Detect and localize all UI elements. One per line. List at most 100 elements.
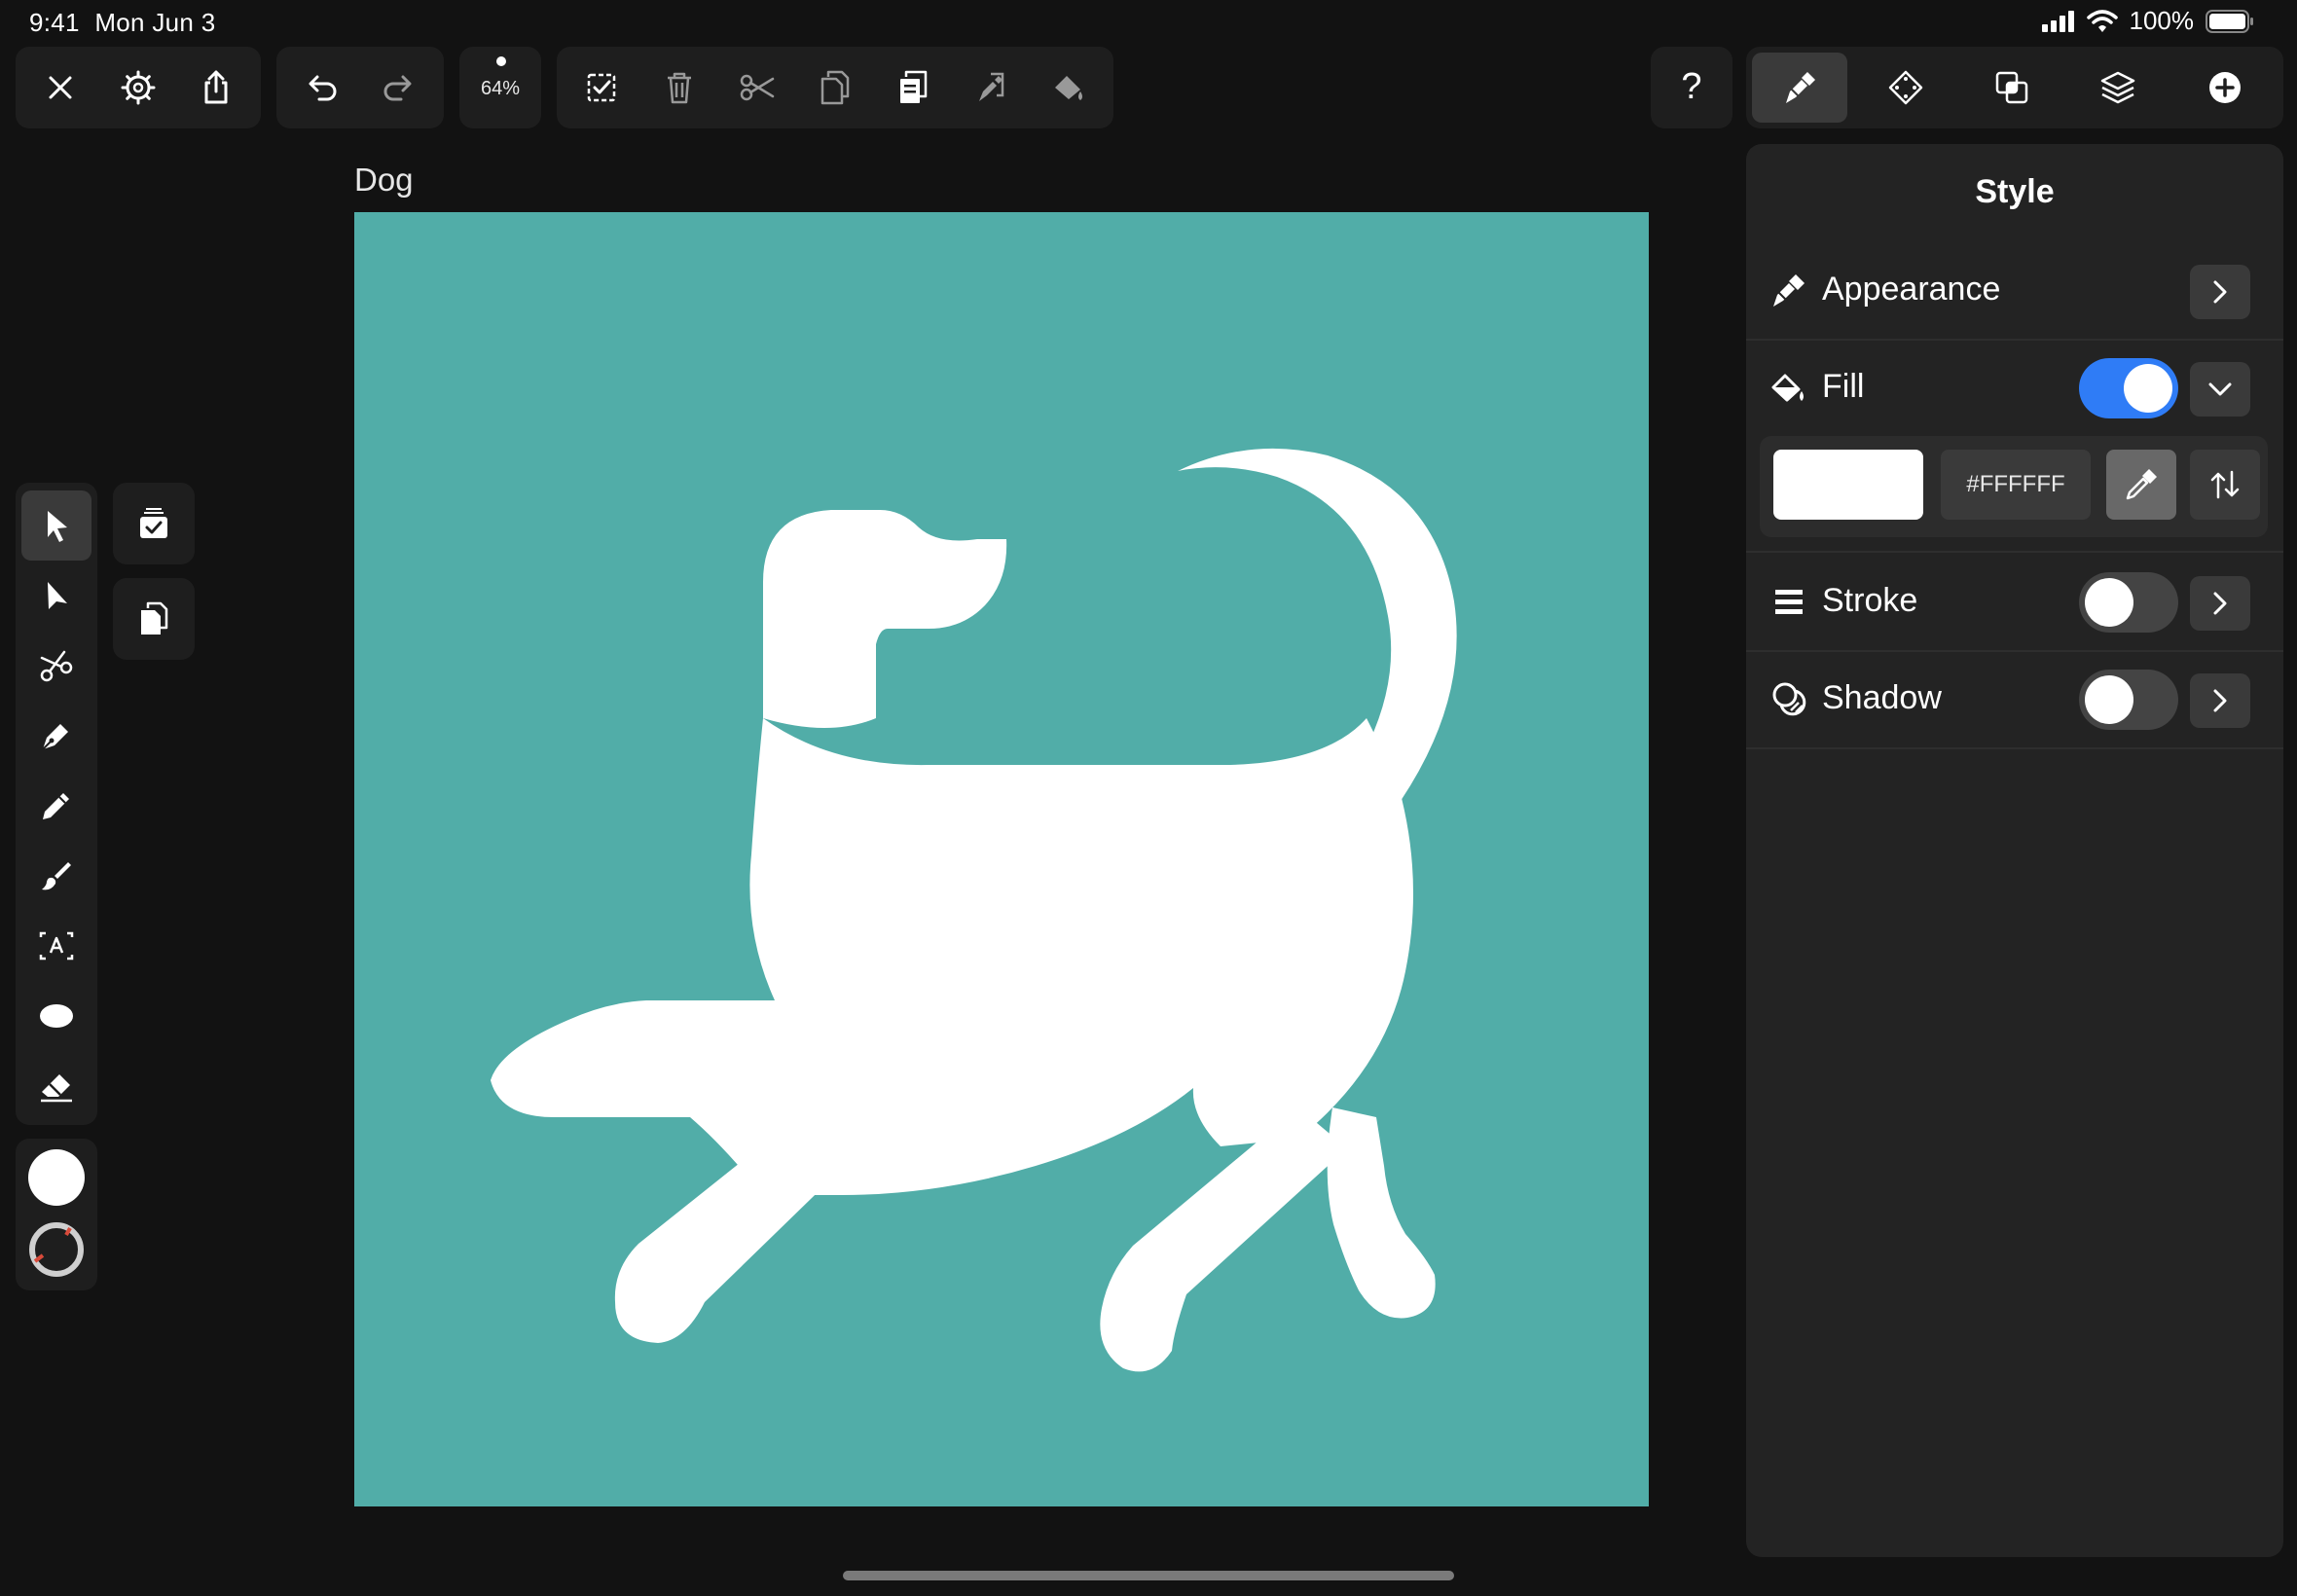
select-all-button[interactable]: [563, 47, 640, 128]
settings-icon: [121, 70, 156, 105]
paste-style-button[interactable]: [952, 47, 1030, 128]
document-title: Dog: [354, 162, 414, 198]
scissors-icon: [740, 74, 775, 101]
style-inspector: Style Appearance Fill #FFFFFF Stroke Sha…: [1746, 144, 2283, 1557]
paste-button[interactable]: [874, 47, 952, 128]
brush-tool[interactable]: [21, 841, 91, 911]
appearance-row[interactable]: Appearance: [1746, 241, 2283, 339]
file-toolbar-group: [16, 47, 261, 128]
pencil-tool[interactable]: [21, 771, 91, 841]
shadow-disclosure-button[interactable]: [2190, 673, 2250, 728]
copy-icon: [820, 70, 850, 105]
fill-toggle[interactable]: [2079, 358, 2178, 418]
stroke-disclosure-button[interactable]: [2190, 576, 2250, 631]
appearance-label: Appearance: [1822, 271, 2001, 308]
settings-button[interactable]: [99, 47, 177, 128]
tab-boolean[interactable]: [1973, 47, 2051, 128]
tab-style[interactable]: [1761, 47, 1839, 128]
battery-icon: [2206, 9, 2253, 33]
style-brush-icon: [1786, 72, 1815, 103]
tab-add[interactable]: [2186, 47, 2264, 128]
ellipse-tool[interactable]: [21, 981, 91, 1051]
zoom-level: 64%: [480, 78, 521, 99]
wifi-icon: [2086, 9, 2118, 32]
cellular-signal-icon: [2041, 10, 2074, 32]
fill-label: Fill: [1822, 368, 1865, 405]
eraser-tool[interactable]: [21, 1051, 91, 1121]
status-time: 9:41: [29, 8, 80, 37]
stroke-color-well[interactable]: [25, 1218, 88, 1281]
appearance-disclosure-button[interactable]: [2190, 265, 2250, 319]
toggle-knob: [2085, 675, 2133, 724]
copy-button[interactable]: [796, 47, 874, 128]
share-button[interactable]: [177, 47, 255, 128]
scissors-tool-icon: [40, 650, 73, 682]
home-indicator[interactable]: [843, 1571, 1454, 1580]
fill-style-button[interactable]: [1030, 47, 1108, 128]
zoom-button[interactable]: 64%: [459, 47, 541, 128]
redo-icon: [383, 75, 412, 101]
pen-tool-icon: [42, 724, 68, 750]
undo-button[interactable]: [282, 47, 360, 128]
direct-selection-tool[interactable]: [21, 561, 91, 631]
appearance-brush-icon: [1773, 274, 1805, 307]
inspector-tab-bar: [1746, 47, 2283, 128]
trash-icon: [668, 72, 691, 104]
tools-panel: [16, 483, 97, 1125]
fill-bucket-icon: [1055, 76, 1082, 100]
fill-collapse-button[interactable]: [2190, 362, 2250, 417]
shadow-row: Shadow: [1746, 650, 2283, 747]
selection-tool[interactable]: [21, 490, 91, 561]
cut-button[interactable]: [718, 47, 796, 128]
text-tool[interactable]: [21, 911, 91, 981]
history-toolbar-group: [276, 47, 444, 128]
color-wells-panel: [16, 1139, 97, 1290]
shadow-toggle[interactable]: [2079, 670, 2178, 730]
help-button[interactable]: ?: [1651, 47, 1732, 128]
stroke-toggle[interactable]: [2079, 572, 2178, 633]
scissors-tool[interactable]: [21, 631, 91, 701]
inspector-title: Style: [1975, 173, 2055, 210]
direct-selection-icon: [48, 582, 67, 609]
close-button[interactable]: [21, 47, 99, 128]
ellipse-tool-icon: [40, 1004, 73, 1028]
shape-icon: [1888, 70, 1923, 105]
shadow-label: Shadow: [1822, 679, 1942, 716]
artboard-canvas[interactable]: [354, 212, 1649, 1506]
eraser-tool-icon: [41, 1074, 72, 1103]
add-icon: [2209, 72, 2241, 103]
paste-icon: [900, 70, 928, 103]
fill-color-swatch[interactable]: [1773, 450, 1923, 520]
selection-arrow-icon: [48, 511, 67, 542]
close-icon: [49, 76, 72, 99]
dog-artwork[interactable]: [354, 212, 1649, 1506]
tab-shape[interactable]: [1867, 47, 1945, 128]
stroke-lines-icon: [1775, 590, 1803, 614]
toggle-knob: [2085, 578, 2133, 627]
fill-hex-field[interactable]: #FFFFFF: [1941, 450, 2091, 520]
duplicate-icon: [141, 601, 168, 635]
fill-color-well[interactable]: [25, 1146, 88, 1209]
select-stack-icon: [140, 508, 167, 538]
fill-bucket-icon: [1771, 374, 1804, 402]
delete-button[interactable]: [640, 47, 718, 128]
pen-tool[interactable]: [21, 701, 91, 771]
paste-style-icon: [979, 72, 1004, 101]
undo-icon: [309, 75, 337, 101]
swap-colors-button[interactable]: [2190, 450, 2260, 520]
edit-toolbar-group: [557, 47, 1113, 128]
battery-percent: 100%: [2129, 6, 2195, 35]
tab-layers[interactable]: [2079, 47, 2157, 128]
swap-icon: [2210, 470, 2240, 499]
boolean-ops-icon: [1995, 71, 2028, 104]
status-date: Mon Jun 3: [94, 8, 216, 37]
brush-tool-icon: [42, 862, 71, 890]
fill-row: Fill: [1746, 339, 2283, 436]
duplicate-button[interactable]: [113, 578, 195, 660]
eyedropper-button[interactable]: [2106, 450, 2176, 520]
toggle-knob: [2124, 364, 2172, 413]
text-tool-icon: [39, 931, 74, 961]
select-same-button[interactable]: [113, 483, 195, 564]
zoom-indicator-dot: [496, 56, 506, 66]
redo-button[interactable]: [360, 47, 438, 128]
